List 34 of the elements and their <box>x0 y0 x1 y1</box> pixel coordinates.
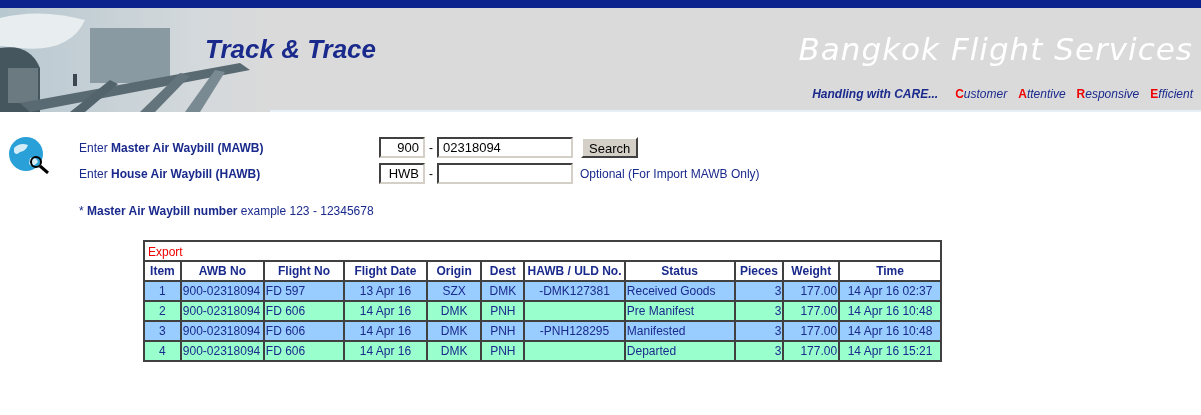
table-cell: Departed <box>624 341 735 360</box>
search-globe-icon <box>8 136 50 174</box>
field-label: Enter House Air Waybill (HAWB) <box>79 165 262 183</box>
search-button[interactable]: Search <box>581 137 639 158</box>
table-cell: FD 606 <box>263 341 345 360</box>
column-header: AWB No <box>180 262 264 281</box>
hawb-number-field[interactable] <box>437 163 573 184</box>
separator: - <box>429 139 433 157</box>
optional-note: Optional (For Import MAWB Only) <box>580 165 760 183</box>
awb-number-field[interactable]: 02318094 <box>437 137 573 158</box>
page-title: Track & Trace <box>205 33 377 66</box>
table-cell: 4 <box>145 341 181 360</box>
column-header: Time <box>839 262 940 281</box>
separator: - <box>429 165 433 183</box>
column-header: Status <box>624 262 735 281</box>
column-header: Dest <box>481 262 525 281</box>
table-cell: 900-02318094 <box>180 341 264 360</box>
field-label: Enter Master Air Waybill (MAWB) <box>79 139 265 157</box>
column-header: Flight Date <box>344 262 427 281</box>
care-value: Efficient <box>1150 86 1193 103</box>
care-value: Customer <box>955 86 1008 103</box>
column-header: Origin <box>426 262 482 281</box>
prefix-field[interactable]: HWB <box>379 163 425 184</box>
column-header: Flight No <box>263 262 345 281</box>
example-note: *Master Air Waybill number example 123 - 12345678 <box>79 203 375 220</box>
column-header: Item <box>145 262 181 281</box>
column-header: HAWB / ULD No. <box>524 262 625 281</box>
table-cell: 14 Apr 16 15:21 <box>839 341 940 360</box>
column-header: Pieces <box>734 262 784 281</box>
care-value: Responsive <box>1076 86 1140 103</box>
prefix-field[interactable]: 900 <box>379 137 425 158</box>
slogan: Handling with CARE... <box>812 86 939 103</box>
care-value: Attentive <box>1018 86 1066 103</box>
column-header: Weight <box>783 262 840 281</box>
